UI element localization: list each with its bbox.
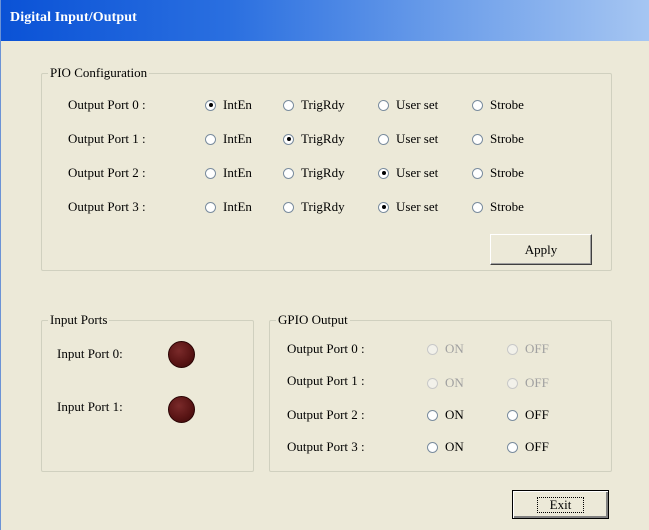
pio-configuration-label: PIO Configuration bbox=[48, 65, 150, 81]
window-title: Digital Input/Output bbox=[10, 10, 137, 25]
radio-dot-icon bbox=[283, 99, 294, 111]
radio-dot-icon bbox=[472, 201, 483, 213]
radio-dot-icon bbox=[427, 377, 438, 389]
radio-dot-icon bbox=[378, 133, 389, 145]
gpio-port-3-off-radio[interactable]: OFF bbox=[507, 439, 549, 455]
radio-dot-icon bbox=[283, 133, 294, 145]
radio-dot-icon bbox=[427, 343, 438, 355]
pio-port-2-userset-radio[interactable]: User set bbox=[378, 165, 438, 181]
pio-port-2-trigrdy-radio[interactable]: TrigRdy bbox=[283, 165, 345, 181]
radio-dot-icon bbox=[378, 167, 389, 179]
pio-port-3-userset-radio[interactable]: User set bbox=[378, 199, 438, 215]
pio-port-3-strobe-radio[interactable]: Strobe bbox=[472, 199, 524, 215]
radio-dot-icon bbox=[205, 201, 216, 213]
gpio-port-2-on-radio[interactable]: ON bbox=[427, 407, 464, 423]
radio-dot-icon bbox=[507, 441, 518, 453]
radio-dot-icon bbox=[472, 133, 483, 145]
radio-dot-icon bbox=[205, 133, 216, 145]
radio-dot-icon bbox=[427, 409, 438, 421]
radio-dot-icon bbox=[205, 99, 216, 111]
radio-dot-icon bbox=[427, 441, 438, 453]
input-port-1-label: Input Port 1: bbox=[57, 399, 123, 414]
pio-port-3-inten-radio[interactable]: IntEn bbox=[205, 199, 252, 215]
dialog-window: Digital Input/Output PIO Configuration O… bbox=[0, 0, 649, 530]
gpio-port-1-off-radio[interactable]: OFF bbox=[507, 375, 549, 391]
gpio-port-2-label: Output Port 2 : bbox=[287, 407, 365, 422]
radio-dot-icon bbox=[283, 167, 294, 179]
gpio-port-0-label: Output Port 0 : bbox=[287, 341, 365, 356]
input-port-0-led-icon bbox=[168, 341, 195, 368]
pio-port-1-strobe-radio[interactable]: Strobe bbox=[472, 131, 524, 147]
radio-dot-icon bbox=[472, 99, 483, 111]
input-ports-group: Input Ports Input Port 0: Input Port 1: bbox=[41, 312, 254, 472]
pio-port-0-inten-radio[interactable]: IntEn bbox=[205, 97, 252, 113]
pio-port-2-strobe-radio[interactable]: Strobe bbox=[472, 165, 524, 181]
pio-port-2-inten-radio[interactable]: IntEn bbox=[205, 165, 252, 181]
pio-port-3-label: Output Port 3 : bbox=[68, 199, 146, 214]
input-ports-label: Input Ports bbox=[48, 312, 110, 328]
input-port-1-led-icon bbox=[168, 396, 195, 423]
radio-dot-icon bbox=[283, 201, 294, 213]
pio-port-3-trigrdy-radio[interactable]: TrigRdy bbox=[283, 199, 345, 215]
radio-dot-icon bbox=[507, 377, 518, 389]
pio-port-0-label: Output Port 0 : bbox=[68, 97, 146, 112]
apply-button[interactable]: Apply bbox=[490, 234, 592, 265]
pio-port-2-label: Output Port 2 : bbox=[68, 165, 146, 180]
gpio-port-2-off-radio[interactable]: OFF bbox=[507, 407, 549, 423]
radio-dot-icon bbox=[378, 201, 389, 213]
gpio-port-3-label: Output Port 3 : bbox=[287, 439, 365, 454]
pio-port-0-strobe-radio[interactable]: Strobe bbox=[472, 97, 524, 113]
radio-dot-icon bbox=[507, 409, 518, 421]
pio-port-1-inten-radio[interactable]: IntEn bbox=[205, 131, 252, 147]
pio-port-1-userset-radio[interactable]: User set bbox=[378, 131, 438, 147]
gpio-output-group: GPIO Output Output Port 0 : ON OFF Outpu… bbox=[269, 312, 612, 472]
exit-button[interactable]: Exit bbox=[512, 490, 609, 519]
gpio-port-1-on-radio[interactable]: ON bbox=[427, 375, 464, 391]
input-port-0-label: Input Port 0: bbox=[57, 346, 123, 361]
gpio-port-3-on-radio[interactable]: ON bbox=[427, 439, 464, 455]
pio-port-0-userset-radio[interactable]: User set bbox=[378, 97, 438, 113]
gpio-port-0-on-radio[interactable]: ON bbox=[427, 341, 464, 357]
radio-dot-icon bbox=[378, 99, 389, 111]
gpio-port-0-off-radio[interactable]: OFF bbox=[507, 341, 549, 357]
pio-port-1-trigrdy-radio[interactable]: TrigRdy bbox=[283, 131, 345, 147]
radio-dot-icon bbox=[472, 167, 483, 179]
radio-dot-icon bbox=[205, 167, 216, 179]
gpio-output-label: GPIO Output bbox=[276, 312, 350, 328]
pio-port-0-trigrdy-radio[interactable]: TrigRdy bbox=[283, 97, 345, 113]
pio-port-1-label: Output Port 1 : bbox=[68, 131, 146, 146]
gpio-port-1-label: Output Port 1 : bbox=[287, 373, 365, 388]
pio-configuration-group: PIO Configuration Output Port 0 : IntEn … bbox=[41, 65, 612, 271]
radio-dot-icon bbox=[507, 343, 518, 355]
title-bar[interactable]: Digital Input/Output bbox=[1, 0, 649, 41]
exit-button-label: Exit bbox=[536, 496, 585, 513]
